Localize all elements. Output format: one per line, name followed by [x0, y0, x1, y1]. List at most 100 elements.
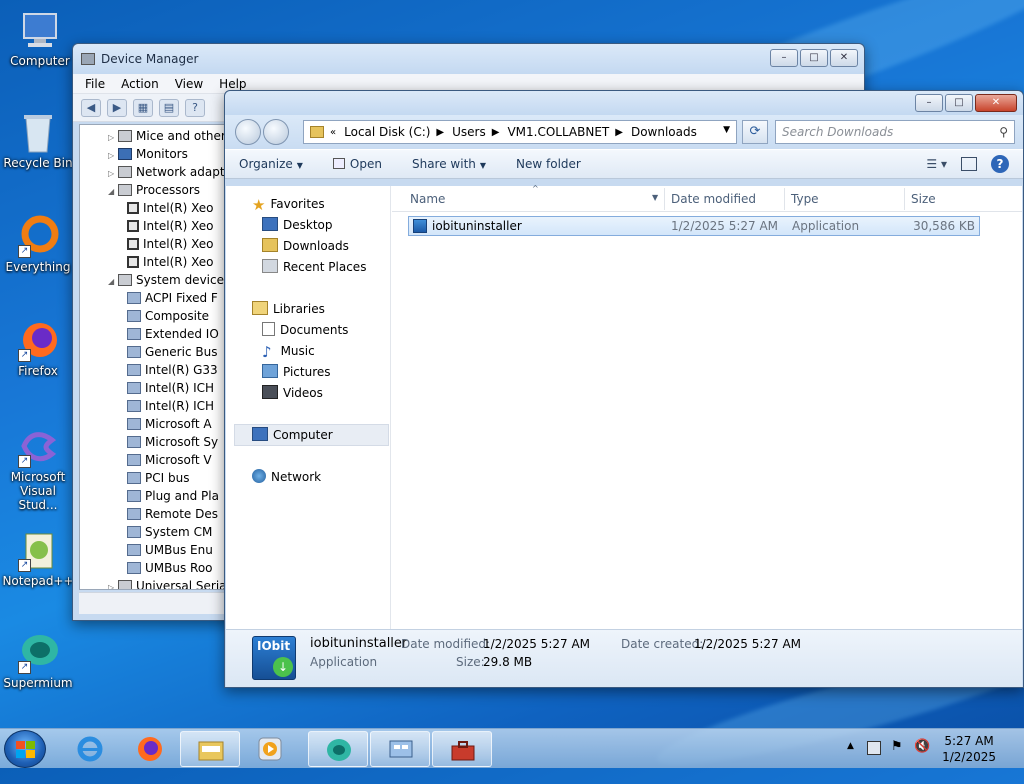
file-list-pane[interactable]: Name ^ ▼ Date modified Type Size iobitun…	[392, 184, 1022, 629]
address-dropdown-icon[interactable]: ▼	[723, 125, 730, 135]
nav-videos[interactable]: Videos	[262, 383, 323, 403]
tree-item[interactable]: PCI bus	[80, 469, 224, 487]
explorer-titlebar[interactable]: – □ ✕	[225, 91, 1023, 115]
tree-item[interactable]: Intel(R) Xeo	[80, 235, 224, 253]
desktop-icon-firefox[interactable]: ↗ Firefox	[0, 318, 76, 378]
search-icon[interactable]: ⚲	[999, 121, 1008, 143]
tree-item[interactable]: ◢ System devices	[80, 271, 224, 289]
maximize-button[interactable]: □	[800, 49, 828, 67]
menu-view[interactable]: View	[169, 77, 209, 91]
tree-item[interactable]: UMBus Enu	[80, 541, 224, 559]
new-folder-button[interactable]: New folder	[516, 157, 581, 171]
action-center-flag-icon[interactable]: ⚑	[891, 739, 903, 754]
minimize-button[interactable]: –	[915, 94, 943, 112]
tree-item[interactable]: Intel(R) Xeo	[80, 199, 224, 217]
col-date-modified[interactable]: Date modified	[671, 192, 756, 206]
desktop-icon-visual-studio[interactable]: ↗ Microsoft Visual Stud...	[0, 424, 76, 512]
tree-item[interactable]: Intel(R) ICH	[80, 397, 224, 415]
menu-help[interactable]: Help	[213, 77, 252, 91]
tree-item[interactable]: ACPI Fixed F	[80, 289, 224, 307]
tree-item[interactable]: Intel(R) ICH	[80, 379, 224, 397]
taskbar-explorer[interactable]	[180, 731, 240, 767]
breadcrumb-separator-icon[interactable]: ▶	[436, 127, 444, 138]
tree-item[interactable]: Intel(R) Xeo	[80, 217, 224, 235]
nav-pictures[interactable]: Pictures	[262, 362, 331, 382]
tree-item[interactable]: Extended IO	[80, 325, 224, 343]
open-button[interactable]: Open	[332, 157, 382, 171]
organize-button[interactable]: Organize ▼	[239, 157, 303, 171]
close-button[interactable]: ✕	[830, 49, 858, 67]
search-input[interactable]: Search Downloads ⚲	[775, 120, 1015, 144]
col-type[interactable]: Type	[791, 192, 819, 206]
nav-favorites[interactable]: ★ Favorites	[252, 194, 325, 214]
nav-desktop[interactable]: Desktop	[262, 215, 333, 235]
show-hidden-icons-icon[interactable]: ▲	[847, 741, 854, 751]
tree-item[interactable]: Intel(R) Xeo	[80, 253, 224, 271]
nav-computer[interactable]: Computer	[252, 425, 333, 445]
tree-item[interactable]: Composite	[80, 307, 224, 325]
view-options-icon[interactable]: ☰ ▾	[926, 157, 947, 171]
tree-item[interactable]: Microsoft Sy	[80, 433, 224, 451]
breadcrumb-local-disk[interactable]: Local Disk (C:)	[344, 125, 430, 139]
back-button[interactable]	[235, 119, 261, 145]
network-tray-icon[interactable]	[867, 741, 881, 755]
forward-button[interactable]	[263, 119, 289, 145]
taskbar-device-manager[interactable]	[370, 731, 430, 767]
taskbar-internet-explorer[interactable]	[60, 731, 120, 767]
nav-downloads[interactable]: Downloads	[262, 236, 349, 256]
nav-network[interactable]: Network	[252, 467, 321, 487]
taskbar-toolbox[interactable]	[432, 731, 492, 767]
breadcrumb-separator-icon[interactable]: ▶	[615, 127, 623, 138]
expand-toggle-icon[interactable]: ▷	[108, 579, 118, 589]
nav-libraries[interactable]: Libraries	[252, 299, 325, 319]
desktop-icon-supermium[interactable]: ↗ Supermium	[0, 630, 76, 690]
tree-item[interactable]: ◢ Processors	[80, 181, 224, 199]
preview-pane-icon[interactable]	[961, 157, 977, 171]
nav-recent-places[interactable]: Recent Places	[262, 257, 366, 277]
breadcrumb-downloads[interactable]: Downloads	[631, 125, 697, 139]
view-icon[interactable]: ▤	[159, 98, 179, 117]
desktop-icon-recycle-bin[interactable]: Recycle Bin	[0, 110, 76, 170]
breadcrumb-user[interactable]: VM1.COLLABNET	[507, 125, 609, 139]
tree-item[interactable]: Generic Bus	[80, 343, 224, 361]
tree-item[interactable]: ▷ Mice and other	[80, 127, 224, 145]
tree-item[interactable]: Remote Des	[80, 505, 224, 523]
nav-music[interactable]: ♪ Music	[262, 341, 315, 361]
tree-item[interactable]: Microsoft V	[80, 451, 224, 469]
properties-icon[interactable]: ▦	[133, 98, 153, 117]
tree-item[interactable]: Intel(R) G33	[80, 361, 224, 379]
clock[interactable]: 5:27 AM 1/2/2025	[942, 733, 996, 765]
desktop-icon-computer[interactable]: Computer	[2, 8, 78, 68]
tree-item[interactable]: UMBus Roo	[80, 559, 224, 577]
tree-item[interactable]: Microsoft A	[80, 415, 224, 433]
minimize-button[interactable]: –	[770, 49, 798, 67]
start-button[interactable]	[4, 730, 46, 768]
breadcrumb-users[interactable]: Users	[452, 125, 486, 139]
volume-muted-icon[interactable]: 🔇	[914, 739, 930, 754]
address-bar[interactable]: « Local Disk (C:) ▶ Users ▶ VM1.COLLABNE…	[303, 120, 737, 144]
taskbar-supermium[interactable]	[308, 731, 368, 767]
col-name[interactable]: Name	[410, 192, 445, 206]
device-manager-titlebar[interactable]: Device Manager – □ ✕	[73, 44, 864, 74]
taskbar-media-player[interactable]	[240, 731, 300, 767]
breadcrumb-separator-icon[interactable]: ▶	[492, 127, 500, 138]
close-button[interactable]: ✕	[975, 94, 1017, 112]
back-arrow-icon[interactable]: ◀	[81, 98, 101, 117]
desktop-icon-notepadpp[interactable]: ↗ Notepad++	[0, 528, 76, 588]
nav-documents[interactable]: Documents	[262, 320, 348, 340]
tree-item[interactable]: ▷ Network adapte	[80, 163, 224, 181]
tree-item[interactable]: ▷ Universal Serial	[80, 577, 224, 589]
col-name-dropdown-icon[interactable]: ▼	[652, 193, 658, 202]
tree-item[interactable]: ▷ Monitors	[80, 145, 224, 163]
menu-action[interactable]: Action	[115, 77, 165, 91]
tree-item[interactable]: System CM	[80, 523, 224, 541]
help-icon[interactable]: ?	[185, 98, 205, 117]
overflow-chevron-icon[interactable]: «	[330, 127, 336, 138]
taskbar-firefox[interactable]	[120, 731, 180, 767]
refresh-button[interactable]: ⟳	[742, 120, 768, 144]
col-size[interactable]: Size	[911, 192, 936, 206]
forward-arrow-icon[interactable]: ▶	[107, 98, 127, 117]
file-row[interactable]: iobituninstaller 1/2/2025 5:27 AM Applic…	[408, 216, 980, 236]
share-with-button[interactable]: Share with ▼	[412, 157, 486, 171]
tree-item[interactable]: Plug and Pla	[80, 487, 224, 505]
